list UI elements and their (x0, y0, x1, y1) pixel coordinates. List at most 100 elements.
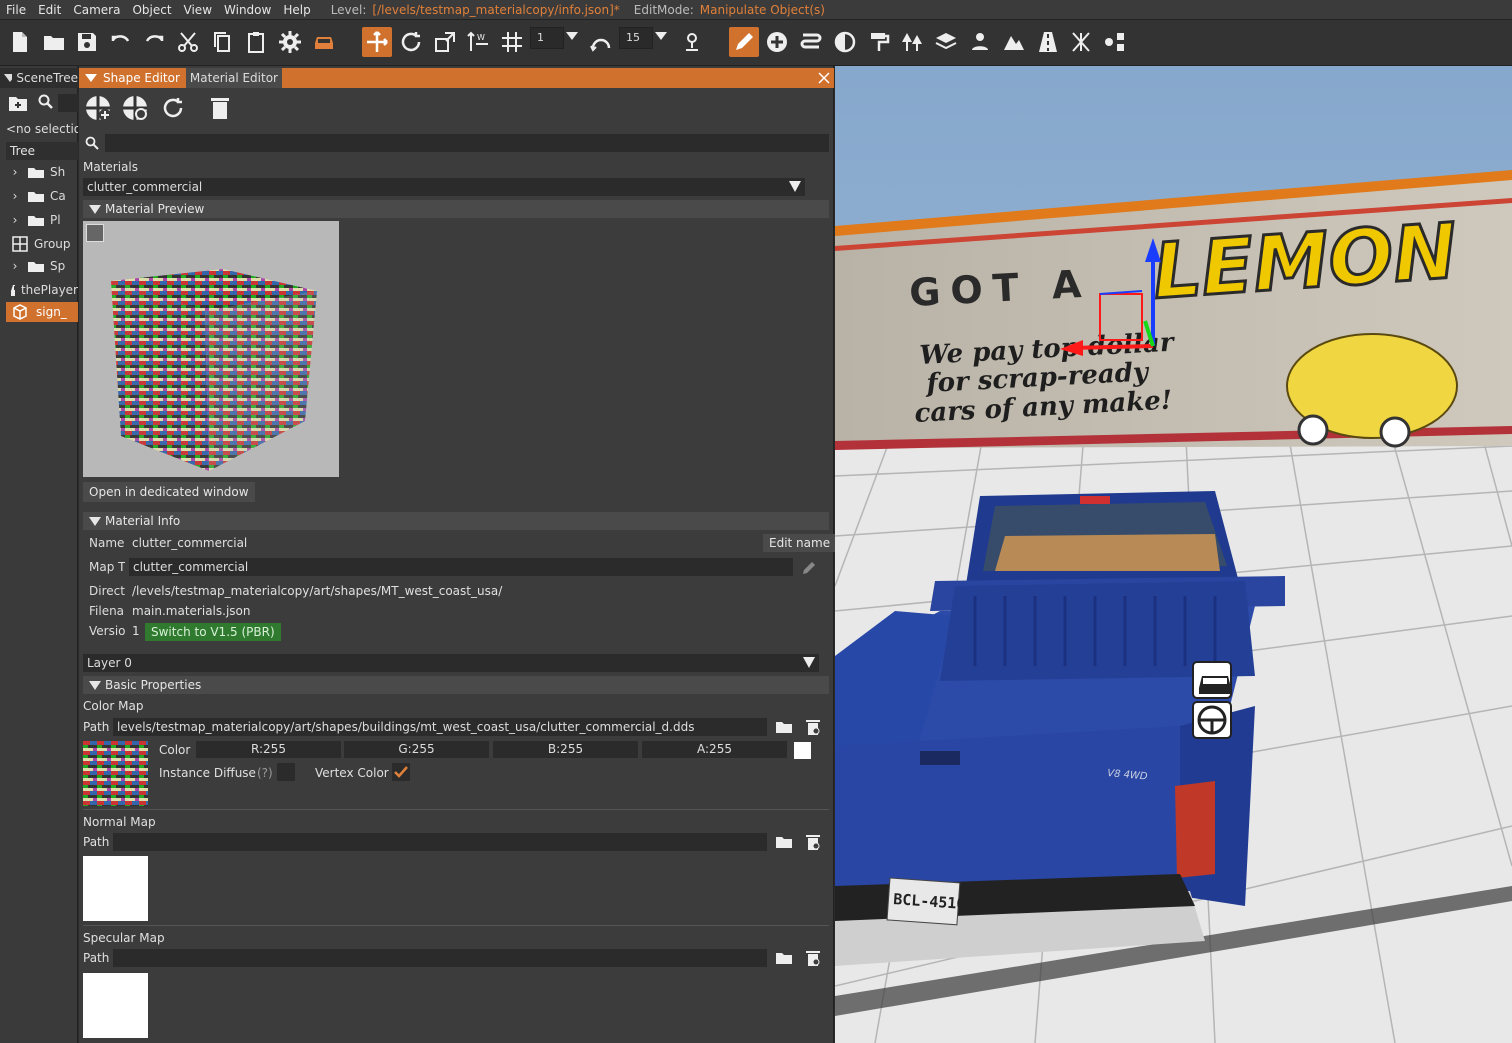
tab-material-editor[interactable]: Material Editor (185, 68, 282, 88)
switch-pbr-button[interactable]: Switch to V1.5 (PBR) (145, 623, 281, 641)
pencil-icon[interactable] (801, 560, 817, 576)
flowgraph-icon[interactable] (1100, 27, 1130, 57)
menu-view[interactable]: View (178, 3, 218, 17)
terrain-icon[interactable] (999, 27, 1029, 57)
tree-search-input[interactable] (58, 94, 78, 112)
terrain-paint-icon[interactable] (830, 27, 860, 57)
gear-icon[interactable] (275, 27, 305, 57)
instance-diffuse-checkbox[interactable] (277, 763, 295, 781)
material-preview-section[interactable]: Material Preview (83, 200, 829, 218)
scene-tree-tab[interactable]: SceneTree (0, 68, 78, 88)
help-label[interactable]: (?) (257, 766, 273, 780)
menu-camera[interactable]: Camera (67, 3, 126, 17)
tree-item[interactable]: › Pl (6, 210, 78, 230)
vehicle-icon[interactable] (309, 27, 339, 57)
layers-icon[interactable] (931, 27, 961, 57)
material-select[interactable]: clutter_commercial (83, 178, 805, 196)
close-icon[interactable] (818, 72, 830, 84)
spawn-point-icon[interactable] (965, 27, 995, 57)
menu-object[interactable]: Object (126, 3, 177, 17)
vertex-color-checkbox[interactable] (392, 763, 410, 781)
rotate-snap-icon[interactable] (586, 27, 616, 57)
grid-size-input[interactable]: 1 (530, 27, 564, 49)
tree-item[interactable]: thePlayer (6, 280, 78, 300)
expand-arrow-icon[interactable]: › (6, 165, 24, 179)
scene-render[interactable]: GOT A LEMON We pay top dollar for scrap-… (835, 66, 1512, 1043)
color-map-thumbnail[interactable] (83, 741, 148, 806)
rotate-snap-dropdown-icon[interactable] (655, 30, 667, 42)
copy-material-icon[interactable] (121, 94, 149, 125)
add-object-icon[interactable] (762, 27, 792, 57)
map-target-input[interactable]: clutter_commercial (129, 558, 793, 576)
new-material-icon[interactable] (84, 94, 112, 125)
dropdown-arrow-icon[interactable] (4, 73, 13, 83)
tree-item[interactable]: › Sp (6, 256, 78, 276)
road-lanes-icon[interactable] (1033, 27, 1063, 57)
add-group-icon[interactable] (8, 94, 28, 115)
color-map-path-input[interactable]: levels/testmap_materialcopy/art/shapes/b… (113, 718, 767, 736)
tree-item-selected[interactable]: sign_ (6, 302, 78, 322)
color-b-input[interactable]: B:255 (493, 741, 638, 758)
rotate-snap-input[interactable]: 15 (619, 27, 653, 49)
expand-arrow-icon[interactable]: › (6, 189, 24, 203)
menu-file[interactable]: File (0, 3, 32, 17)
tree-item[interactable]: › Sh (6, 162, 78, 182)
tab-shape-editor[interactable]: Shape Editor (99, 68, 184, 88)
normal-map-path-input[interactable] (113, 833, 767, 851)
menu-edit[interactable]: Edit (32, 3, 67, 17)
folder-open-icon[interactable] (776, 951, 792, 965)
search-icon[interactable] (38, 94, 54, 113)
3d-viewport[interactable]: GOT A LEMON We pay top dollar for scrap-… (835, 66, 1512, 1043)
road-icon[interactable] (796, 27, 826, 57)
basic-properties-section[interactable]: Basic Properties (83, 676, 829, 694)
paste-icon[interactable] (241, 27, 271, 57)
open-dedicated-window-button[interactable]: Open in dedicated window (83, 482, 255, 502)
scale-icon[interactable] (430, 27, 460, 57)
save-icon[interactable] (72, 27, 102, 57)
copy-icon[interactable] (207, 27, 237, 57)
expand-arrow-icon[interactable]: › (6, 259, 24, 273)
grid-size-dropdown-icon[interactable] (566, 30, 578, 42)
redo-icon[interactable] (139, 27, 169, 57)
refresh-icon[interactable] (161, 96, 185, 123)
world-local-icon[interactable]: W (463, 27, 493, 57)
color-g-input[interactable]: G:255 (344, 741, 489, 758)
steering-wheel-icon[interactable] (1192, 701, 1232, 739)
menu-help[interactable]: Help (277, 3, 316, 17)
menu-window[interactable]: Window (218, 3, 277, 17)
forest-icon[interactable] (897, 27, 927, 57)
normal-map-thumbnail[interactable] (83, 856, 148, 921)
folder-open-icon[interactable] (776, 720, 792, 734)
paint-roller-icon[interactable] (864, 27, 894, 57)
dropdown-arrow-icon[interactable] (85, 73, 97, 83)
tree-item[interactable]: Group (6, 234, 78, 254)
specular-map-thumbnail[interactable] (83, 973, 148, 1038)
open-folder-icon[interactable] (39, 27, 69, 57)
trash-icon[interactable] (209, 96, 231, 123)
trash-icon[interactable] (805, 833, 821, 851)
vehicle-marker-icon[interactable] (1192, 661, 1232, 699)
material-search-input[interactable] (105, 134, 829, 152)
cut-icon[interactable] (173, 27, 203, 57)
undo-icon[interactable] (106, 27, 136, 57)
color-a-input[interactable]: A:255 (642, 741, 787, 758)
rotate-icon[interactable] (396, 27, 426, 57)
tree-item[interactable]: › Ca (6, 186, 78, 206)
navgraph-icon[interactable] (1066, 27, 1096, 57)
color-swatch[interactable] (794, 742, 811, 759)
chevron-down-icon[interactable] (803, 657, 815, 668)
color-r-input[interactable]: R:255 (196, 741, 341, 758)
material-preview-image[interactable] (83, 221, 339, 477)
pencil-icon[interactable] (729, 27, 759, 57)
translate-icon[interactable] (362, 27, 392, 57)
specular-map-path-input[interactable] (113, 949, 767, 967)
material-info-section[interactable]: Material Info (83, 512, 829, 530)
layer-select[interactable]: Layer 0 (83, 654, 819, 672)
expand-arrow-icon[interactable]: › (6, 213, 24, 227)
trash-icon[interactable] (805, 949, 821, 967)
grid-snap-icon[interactable] (497, 27, 527, 57)
new-file-icon[interactable] (5, 27, 35, 57)
trash-icon[interactable] (805, 718, 821, 736)
folder-open-icon[interactable] (776, 835, 792, 849)
chevron-down-icon[interactable] (789, 181, 801, 192)
